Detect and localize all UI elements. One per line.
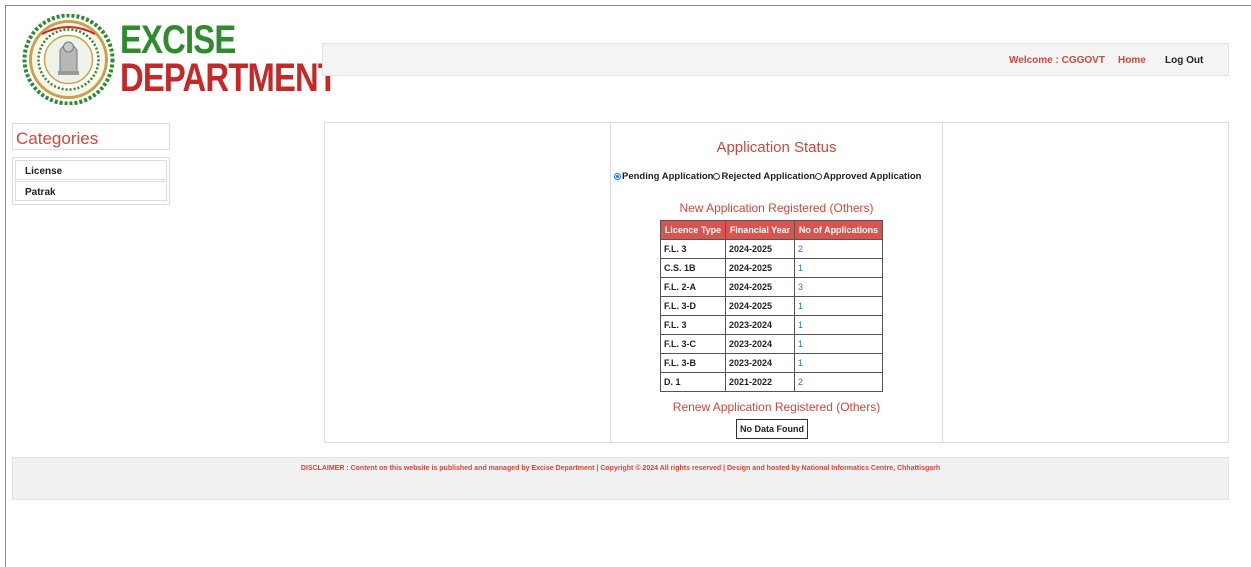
brand-line-excise: EXCISE <box>120 18 236 62</box>
table-row: F.L. 3 2023-2024 1 <box>660 315 883 335</box>
table-row: F.L. 3-B 2023-2024 1 <box>660 353 883 373</box>
sidebar-item-license[interactable]: License <box>15 160 167 180</box>
cell-licence-type: F.L. 2-A <box>660 277 726 297</box>
table-row: D. 1 2021-2022 2 <box>660 372 883 392</box>
table-row: F.L. 3 2024-2025 2 <box>660 239 883 259</box>
header-no-of-applications: No of Applications <box>794 220 883 240</box>
radio-approved-label: Approved Application <box>823 171 922 182</box>
cell-application-count-link[interactable]: 1 <box>794 334 883 354</box>
cell-financial-year: 2023-2024 <box>725 334 795 354</box>
table-row: F.L. 2-A 2024-2025 3 <box>660 277 883 297</box>
radio-pending[interactable]: Pending Application <box>614 171 713 182</box>
cell-licence-type: F.L. 3 <box>660 315 726 335</box>
radio-approved[interactable]: Approved Application <box>815 171 921 182</box>
categories-title: Categories <box>16 129 99 148</box>
radio-pending-label: Pending Application <box>622 171 714 182</box>
top-nav-bar: Welcome : CGGOVT Home Log Out <box>322 43 1229 76</box>
radio-rejected-indicator[interactable] <box>713 173 721 180</box>
categories-list: License Patrak <box>12 157 170 205</box>
cell-financial-year: 2021-2022 <box>725 372 795 392</box>
renew-applications-heading: Renew Application Registered (Others) <box>672 400 881 414</box>
home-link[interactable]: Home <box>1118 55 1146 66</box>
cell-application-count-link[interactable]: 1 <box>794 258 883 278</box>
cell-financial-year: 2024-2025 <box>725 258 795 278</box>
radio-rejected[interactable]: Rejected Application <box>713 171 815 182</box>
header-financial-year: Financial Year <box>725 220 795 240</box>
radio-approved-indicator[interactable] <box>815 173 823 180</box>
applications-table: Licence Type Financial Year No of Applic… <box>660 220 883 392</box>
radio-pending-indicator[interactable] <box>614 173 621 180</box>
cell-application-count-link[interactable]: 1 <box>794 296 883 316</box>
status-radio-group: Pending Application Rejected Application… <box>614 171 921 182</box>
cell-financial-year: 2023-2024 <box>725 315 795 335</box>
header-licence-type: Licence Type <box>660 220 726 240</box>
emblem-logo <box>22 14 115 105</box>
table-row: F.L. 3-C 2023-2024 1 <box>660 334 883 354</box>
cell-application-count-link[interactable]: 1 <box>794 315 883 335</box>
categories-header: Categories <box>12 123 170 150</box>
radio-rejected-label: Rejected Application <box>721 171 816 182</box>
cell-licence-type: F.L. 3-B <box>660 353 726 373</box>
cell-financial-year: 2024-2025 <box>725 277 795 297</box>
cell-licence-type: F.L. 3 <box>660 239 726 259</box>
no-data-message: No Data Found <box>736 419 808 439</box>
cell-financial-year: 2023-2024 <box>725 353 795 373</box>
cell-financial-year: 2024-2025 <box>725 296 795 316</box>
table-row: C.S. 1B 2024-2025 1 <box>660 258 883 278</box>
cell-licence-type: C.S. 1B <box>660 258 726 278</box>
footer: DISCLAIMER : Content on this website is … <box>12 457 1229 500</box>
cell-application-count-link[interactable]: 1 <box>794 353 883 373</box>
table-header-row: Licence Type Financial Year No of Applic… <box>660 220 883 240</box>
cell-financial-year: 2024-2025 <box>725 239 795 259</box>
cell-licence-type: F.L. 3-D <box>660 296 726 316</box>
welcome-text: Welcome : CGGOVT <box>1009 55 1105 66</box>
cell-application-count-link[interactable]: 3 <box>794 277 883 297</box>
cell-licence-type: D. 1 <box>660 372 726 392</box>
footer-disclaimer: DISCLAIMER : Content on this website is … <box>300 465 941 472</box>
brand-line-department: DEPARTMENT <box>120 56 338 100</box>
new-applications-heading: New Application Registered (Others) <box>679 201 874 215</box>
logout-link[interactable]: Log Out <box>1165 55 1203 66</box>
application-status-panel: Application Status Pending Application R… <box>610 122 943 443</box>
cell-licence-type: F.L. 3-C <box>660 334 726 354</box>
sidebar-item-patrak[interactable]: Patrak <box>15 181 167 201</box>
page-title: Application Status <box>716 139 837 156</box>
table-row: F.L. 3-D 2024-2025 1 <box>660 296 883 316</box>
cell-application-count-link[interactable]: 2 <box>794 372 883 392</box>
cell-application-count-link[interactable]: 2 <box>794 239 883 259</box>
